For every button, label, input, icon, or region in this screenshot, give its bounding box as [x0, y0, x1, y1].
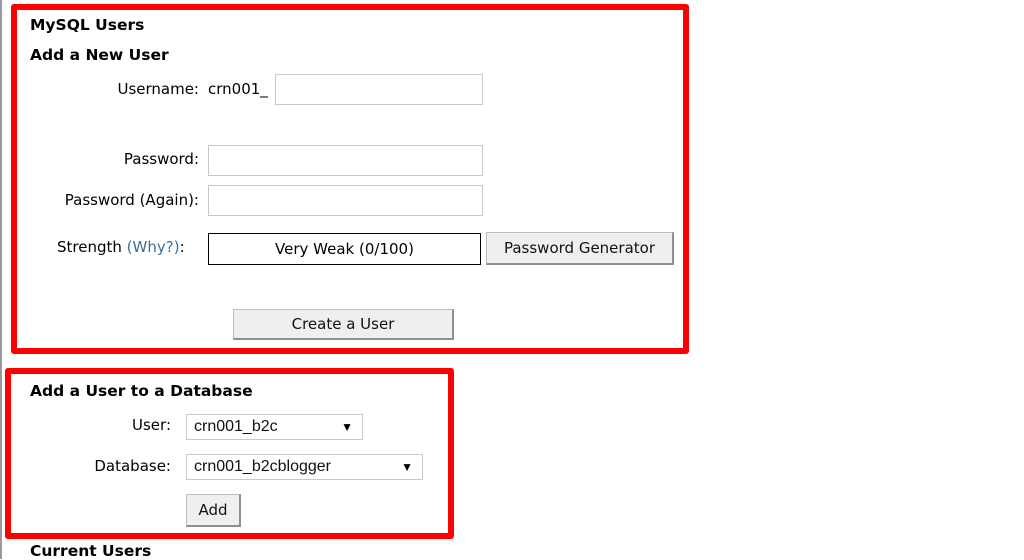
page-title: MySQL Users: [30, 16, 145, 34]
database-select[interactable]: crn001_b2cblogger ▼: [186, 454, 423, 480]
database-select-value: crn001_b2cblogger: [194, 458, 331, 475]
password-strength-meter: Very Weak (0/100): [208, 233, 481, 265]
username-prefix: crn001_: [208, 80, 268, 98]
strength-label-group: Strength (Why?):: [57, 238, 185, 256]
add-user-to-database-heading: Add a User to a Database: [30, 382, 253, 400]
database-select-label: Database:: [94, 457, 171, 475]
password-generator-button[interactable]: Password Generator: [486, 232, 674, 265]
page-left-border: [0, 0, 2, 559]
chevron-down-icon: ▼: [401, 460, 413, 474]
chevron-down-icon: ▼: [341, 420, 353, 434]
password-input[interactable]: [208, 145, 483, 176]
username-input[interactable]: [275, 74, 483, 105]
strength-colon: :: [179, 238, 185, 256]
password-again-input[interactable]: [208, 185, 483, 216]
password-strength-value: Very Weak (0/100): [275, 240, 414, 258]
username-label: Username:: [117, 80, 199, 98]
password-label: Password:: [123, 150, 199, 168]
current-users-heading: Current Users: [30, 542, 152, 560]
strength-why-link[interactable]: (Why?): [127, 238, 180, 256]
user-select[interactable]: crn001_b2c ▼: [186, 414, 363, 440]
password-again-label: Password (Again):: [64, 191, 199, 209]
user-select-label: User:: [132, 416, 171, 434]
strength-label: Strength: [57, 238, 122, 256]
user-select-value: crn001_b2c: [194, 418, 278, 435]
add-new-user-heading: Add a New User: [30, 46, 169, 64]
create-user-button[interactable]: Create a User: [233, 309, 454, 340]
add-user-to-database-button[interactable]: Add: [186, 494, 241, 527]
